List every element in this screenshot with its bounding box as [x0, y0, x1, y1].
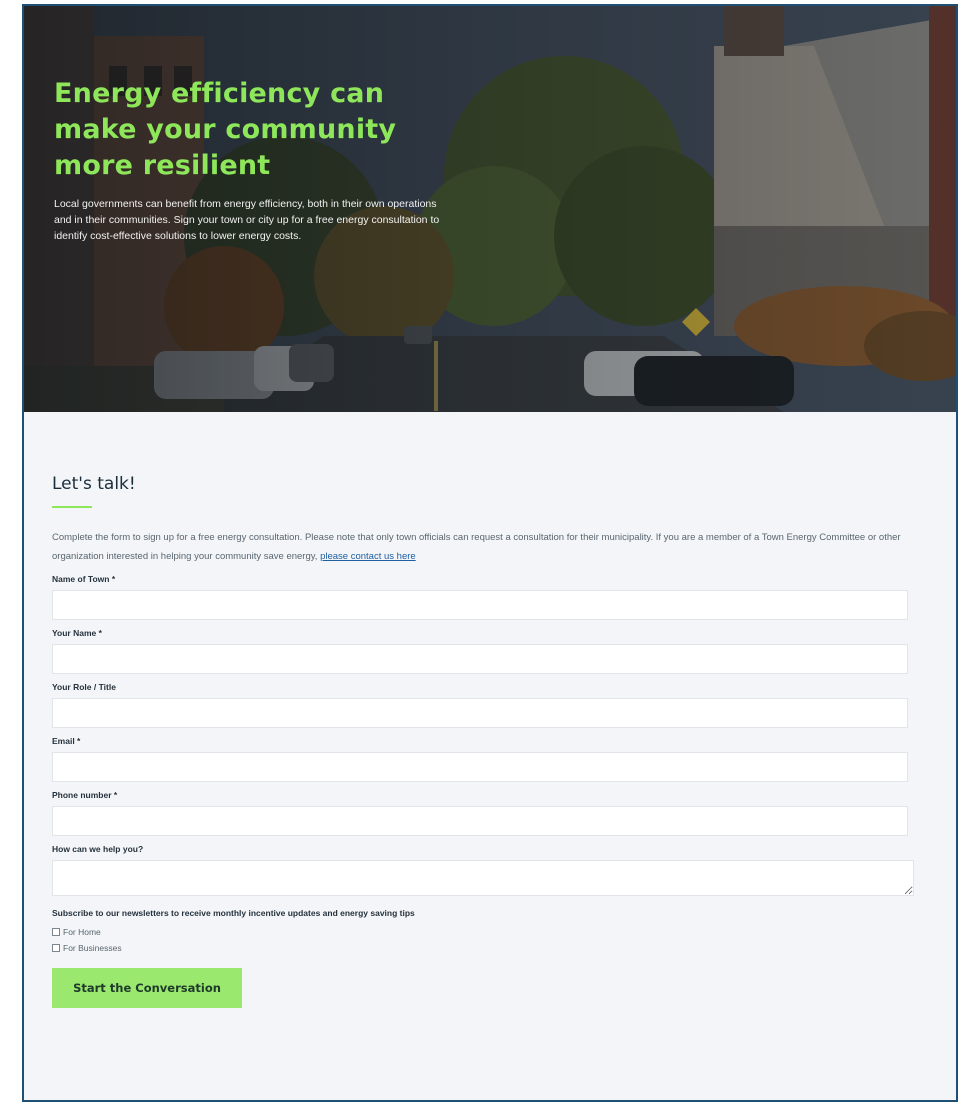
form-heading: Let's talk! — [52, 474, 136, 494]
role-label: Your Role / Title — [52, 682, 116, 692]
hero-banner: Energy efficiency can make your communit… — [24, 6, 956, 412]
help-label: How can we help you? — [52, 844, 144, 854]
hero-title: Energy efficiency can make your communit… — [54, 78, 397, 181]
page-frame: Energy efficiency can make your communit… — [22, 4, 958, 1102]
phone-input[interactable] — [52, 806, 908, 836]
home-checkbox[interactable] — [52, 928, 60, 936]
town-label: Name of Town * — [52, 574, 116, 584]
name-label: Your Name * — [52, 628, 102, 638]
hero-description: Local governments can benefit from energ… — [54, 198, 440, 242]
help-textarea[interactable] — [52, 860, 914, 896]
email-label: Email * — [52, 736, 81, 746]
role-input[interactable] — [52, 698, 908, 728]
hero-text-block: Energy efficiency can make your communit… — [54, 76, 454, 244]
newsletter-option-business[interactable]: For Businesses — [52, 940, 926, 956]
home-option-label: For Home — [63, 927, 101, 937]
heading-underline — [52, 506, 92, 508]
newsletter-label: Subscribe to our newsletters to receive … — [52, 908, 415, 918]
phone-label: Phone number * — [52, 790, 118, 800]
newsletter-option-home[interactable]: For Home — [52, 924, 926, 940]
consultation-form: Name of Town * Your Name * Your Role / T… — [52, 574, 926, 1008]
form-intro: Complete the form to sign up for a free … — [52, 528, 926, 566]
signup-form-section: Let's talk! Complete the form to sign up… — [24, 412, 956, 1008]
name-input[interactable] — [52, 644, 908, 674]
town-input[interactable] — [52, 590, 908, 620]
start-conversation-button[interactable]: Start the Conversation — [52, 968, 242, 1008]
email-input[interactable] — [52, 752, 908, 782]
form-intro-text: Complete the form to sign up for a free … — [52, 532, 901, 562]
business-checkbox[interactable] — [52, 944, 60, 952]
contact-us-link[interactable]: please contact us here — [320, 551, 416, 562]
business-option-label: For Businesses — [63, 943, 122, 953]
